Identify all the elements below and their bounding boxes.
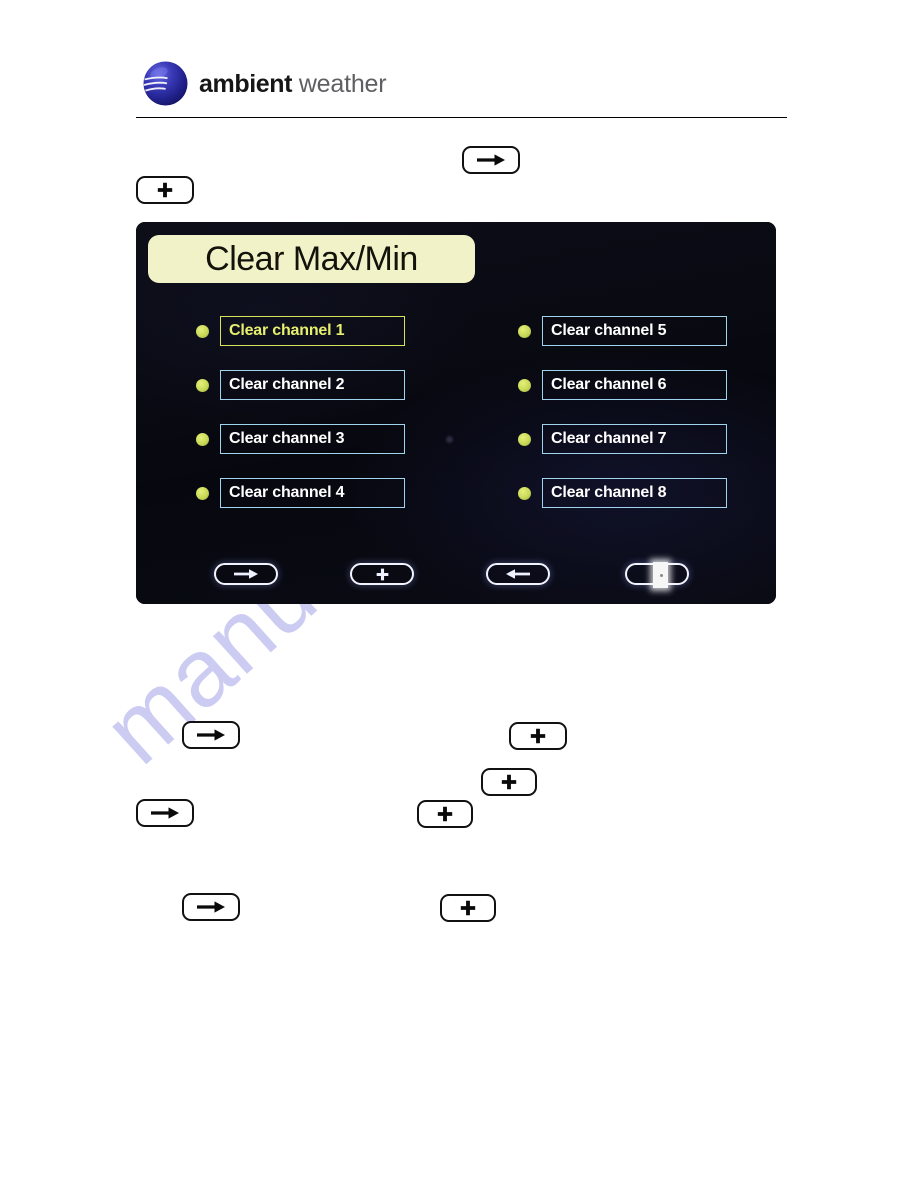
screen-speck (446, 436, 453, 443)
channel-row[interactable]: Clear channel 2 (196, 370, 405, 400)
arrow-right-icon (476, 153, 506, 167)
channel-row[interactable]: Clear channel 4 (196, 478, 405, 508)
doc-btn-plus-mid-right[interactable] (509, 722, 567, 750)
plus-icon (460, 900, 476, 916)
lcd-softkey-glare[interactable] (625, 562, 689, 588)
channel-row[interactable]: Clear channel 5 (518, 316, 727, 346)
channel-row[interactable]: Clear channel 7 (518, 424, 727, 454)
channel-label: Clear channel 2 (229, 376, 345, 393)
channel-row[interactable]: Clear channel 8 (518, 478, 727, 508)
channel-button-4[interactable]: Clear channel 4 (220, 478, 405, 508)
channel-button-6[interactable]: Clear channel 6 (542, 370, 727, 400)
doc-btn-arrow-top[interactable] (462, 146, 520, 174)
doc-btn-plus-bottom[interactable] (440, 894, 496, 922)
brand-header: ambient weather (136, 52, 788, 120)
plus-icon (376, 568, 389, 581)
arrow-left-icon (505, 568, 531, 580)
channel-button-5[interactable]: Clear channel 5 (542, 316, 727, 346)
ambient-sphere-logo-icon (142, 60, 189, 107)
channel-label: Clear channel 1 (229, 322, 345, 339)
channel-bullet-icon (196, 378, 209, 392)
lcd-softkey-plus[interactable] (350, 563, 414, 585)
glare-dot-icon (660, 574, 663, 577)
channel-button-3[interactable]: Clear channel 3 (220, 424, 405, 454)
doc-btn-arrow-lower-left[interactable] (136, 799, 194, 827)
doc-btn-plus-mid-center[interactable] (481, 768, 537, 796)
channel-button-7[interactable]: Clear channel 7 (542, 424, 727, 454)
channel-bullet-icon (518, 324, 531, 338)
channel-row[interactable]: Clear channel 6 (518, 370, 727, 400)
doc-btn-arrow-mid-left[interactable] (182, 721, 240, 749)
display-screen: Clear Max/Min Clear channel 1 Clear chann… (136, 222, 776, 604)
arrow-right-icon (233, 568, 259, 580)
channel-label: Clear channel 5 (551, 322, 667, 339)
channel-row[interactable]: Clear channel 1 (196, 316, 405, 346)
screen-title-banner: Clear Max/Min (148, 235, 475, 283)
lcd-softkey-next[interactable] (214, 563, 278, 585)
doc-btn-plus-top[interactable] (136, 176, 194, 204)
channel-bullet-icon (518, 486, 531, 500)
channel-label: Clear channel 6 (551, 376, 667, 393)
channel-button-2[interactable]: Clear channel 2 (220, 370, 405, 400)
arrow-right-icon (196, 900, 226, 914)
plus-icon (157, 182, 173, 198)
plus-icon (530, 728, 546, 744)
brand-name-bold: ambient (199, 70, 293, 98)
channel-row[interactable]: Clear channel 3 (196, 424, 405, 454)
channel-bullet-icon (196, 324, 209, 338)
doc-btn-arrow-bottom[interactable] (182, 893, 240, 921)
channel-bullet-icon (196, 486, 209, 500)
channel-bullet-icon (196, 432, 209, 446)
brand-wordmark: ambient weather (199, 68, 387, 100)
channel-bullet-icon (518, 432, 531, 446)
lcd-softkey-back[interactable] (486, 563, 550, 585)
channel-label: Clear channel 3 (229, 430, 345, 447)
arrow-right-icon (150, 806, 180, 820)
plus-icon (437, 806, 453, 822)
channel-label: Clear channel 7 (551, 430, 667, 447)
plus-icon (501, 774, 517, 790)
channel-bullet-icon (518, 378, 531, 392)
channel-label: Clear channel 4 (229, 484, 345, 501)
channel-label: Clear channel 8 (551, 484, 667, 501)
channel-button-1[interactable]: Clear channel 1 (220, 316, 405, 346)
header-divider (136, 117, 787, 118)
doc-btn-plus-lower[interactable] (417, 800, 473, 828)
brand-name-light: weather (298, 70, 387, 98)
screen-title-text: Clear Max/Min (205, 240, 418, 278)
arrow-right-icon (196, 728, 226, 742)
channel-button-8[interactable]: Clear channel 8 (542, 478, 727, 508)
